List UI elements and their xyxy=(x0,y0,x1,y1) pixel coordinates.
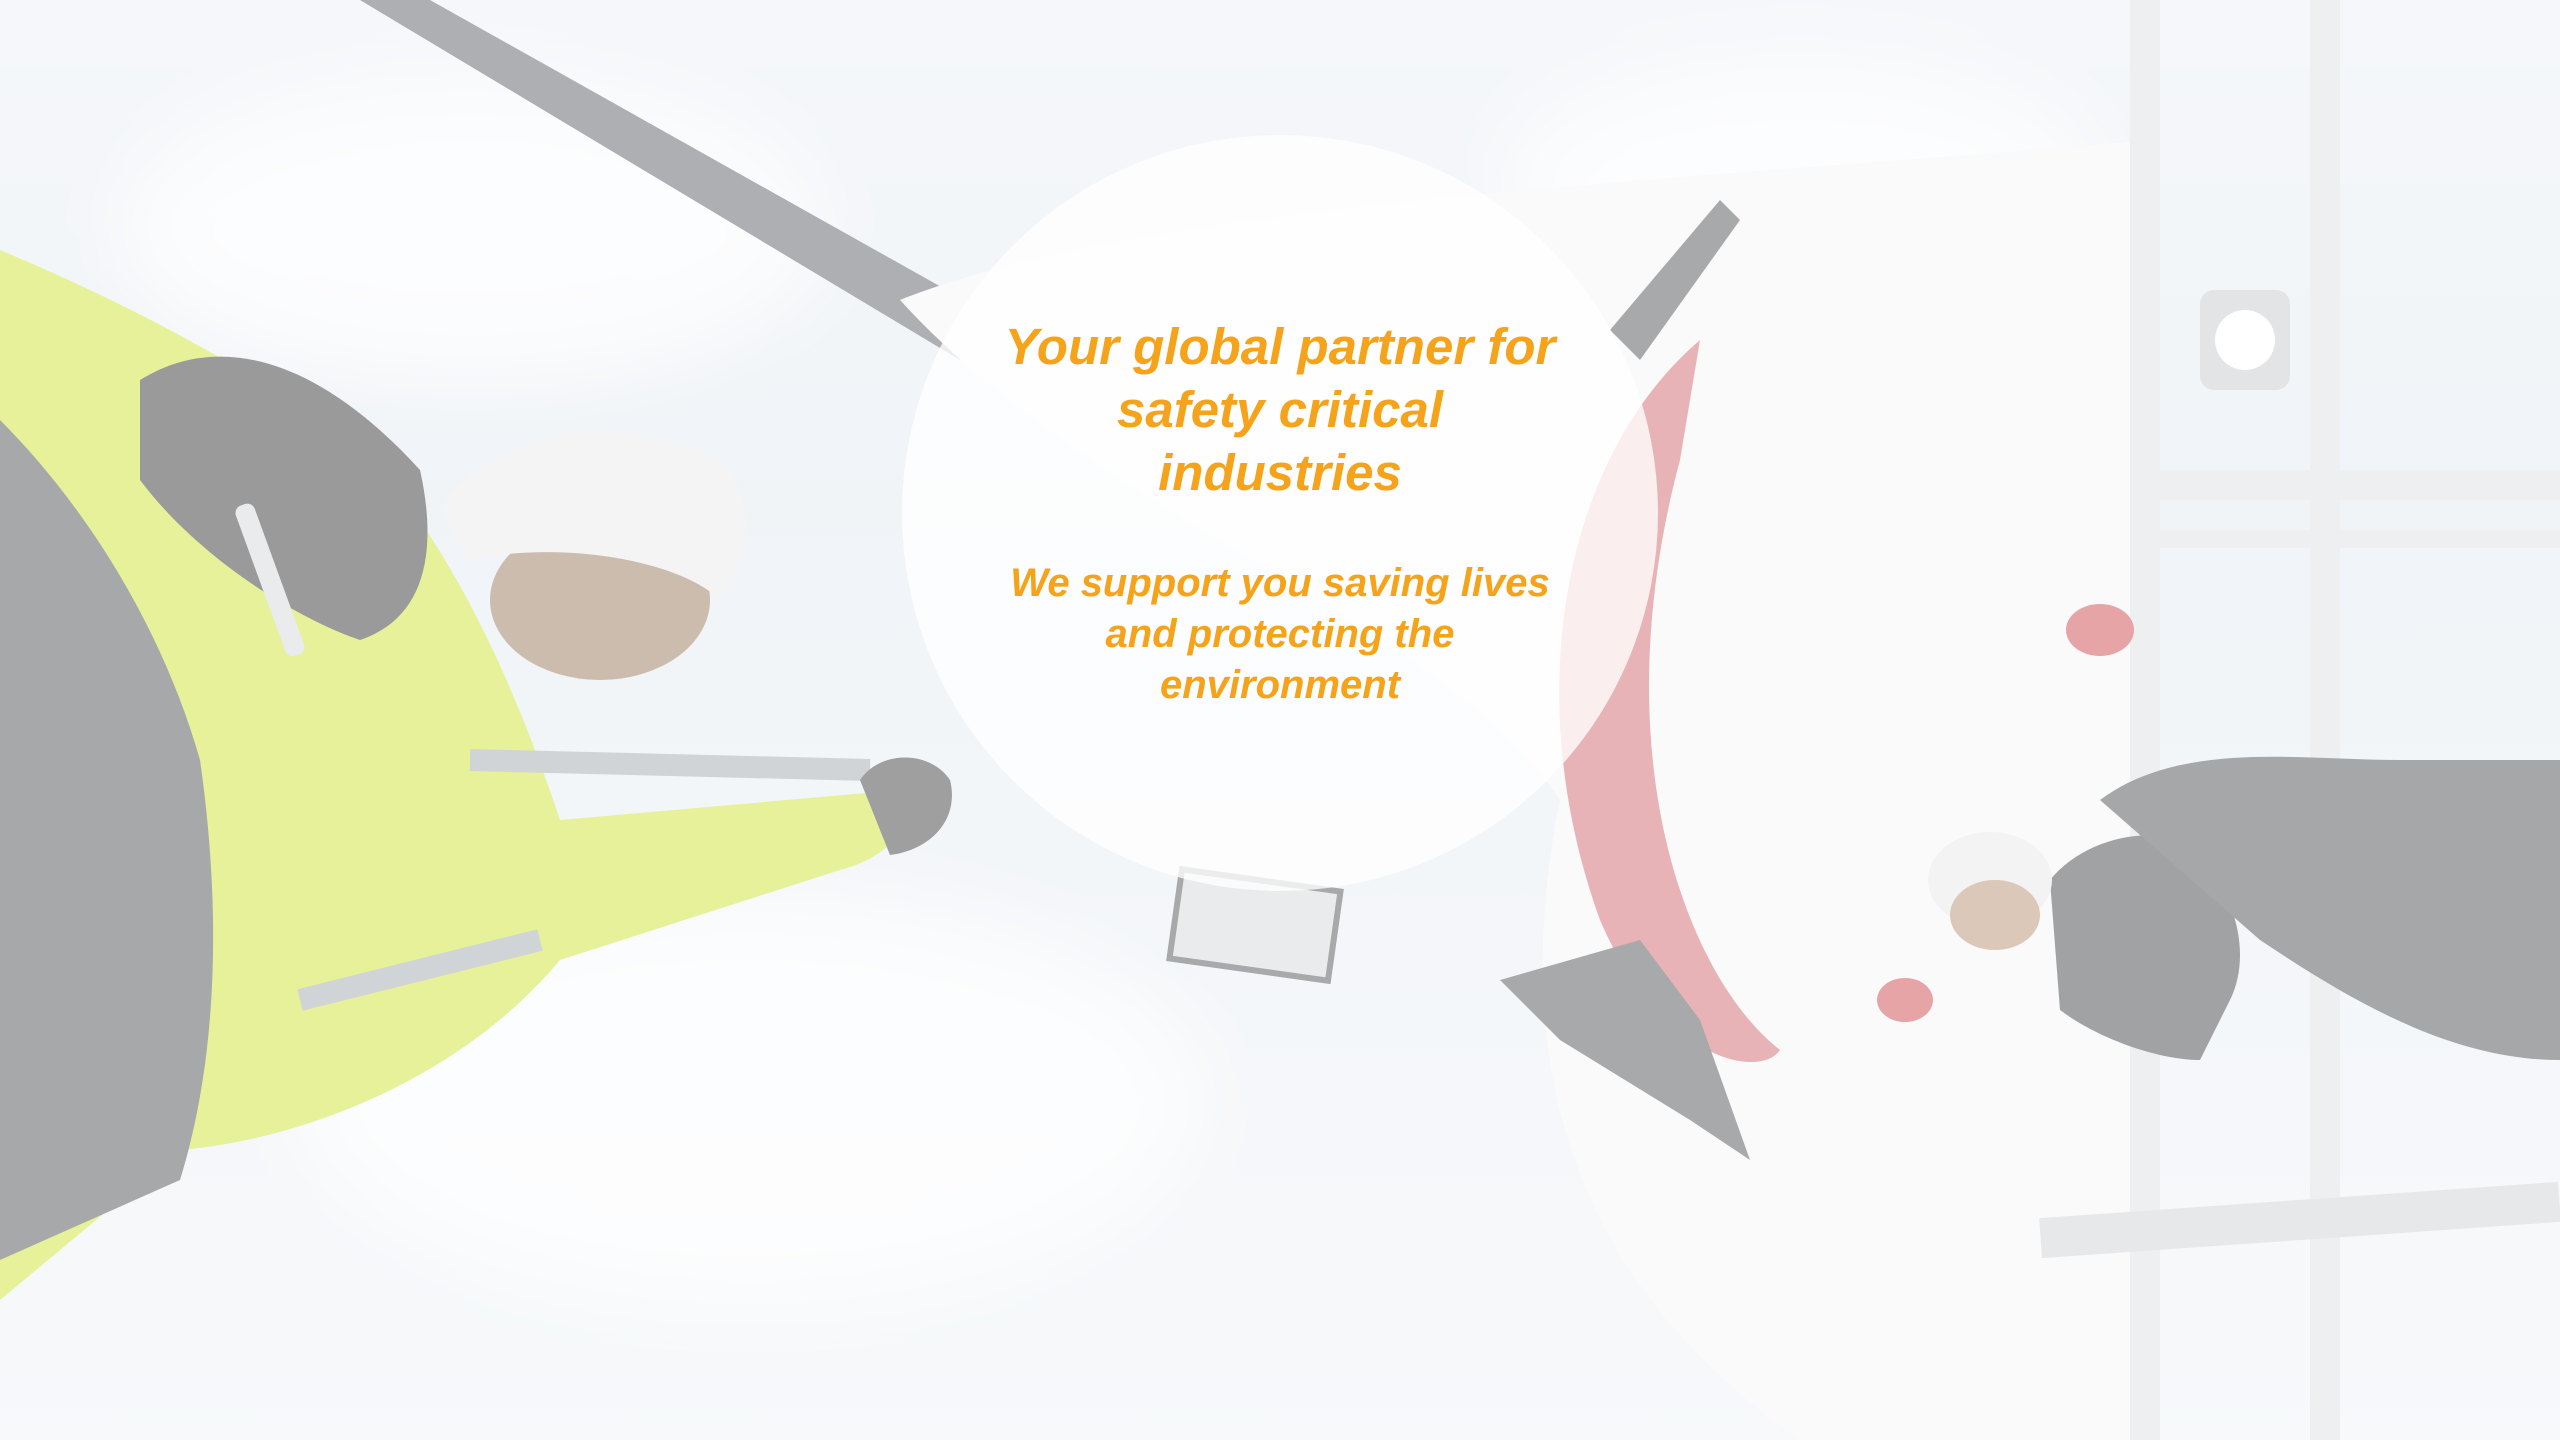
hero-headline: Your global partner for safety critical … xyxy=(1004,318,1556,501)
hero-text-circle: Your global partner for safety critical … xyxy=(902,135,1658,891)
hero-subline: We support you saving lives and protecti… xyxy=(1010,561,1550,707)
hero-section: Your global partner for safety critical … xyxy=(0,0,2560,1440)
